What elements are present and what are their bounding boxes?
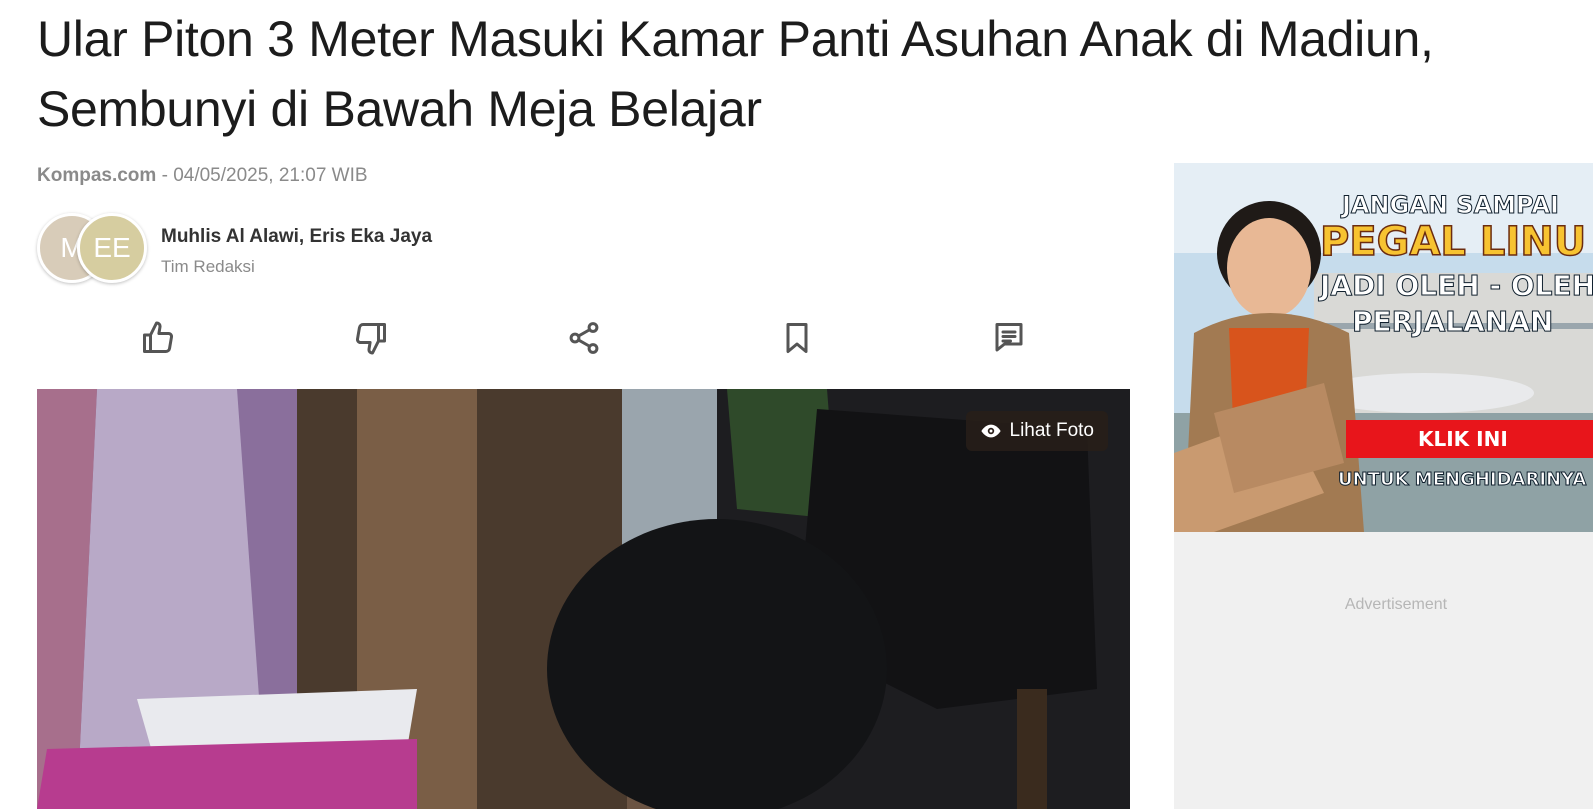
thumbs-up-icon: [143, 321, 173, 353]
author-team: Tim Redaksi: [161, 257, 255, 276]
view-photo-label: Lihat Foto: [1009, 420, 1095, 441]
like-button[interactable]: [136, 316, 180, 360]
ad-subline: UNTUK MENGHIDARINYA: [1337, 469, 1587, 491]
eye-icon: [980, 424, 1001, 438]
bookmark-button[interactable]: [775, 316, 819, 360]
ad-slot-label: Advertisement: [1344, 596, 1448, 613]
ad-headline-1: JANGAN SAMPAI: [1342, 191, 1560, 220]
article-title-line-2: Sembunyi di Bawah Meja Belajar: [37, 81, 762, 137]
ad-headline-4: PERJALANAN: [1351, 305, 1554, 339]
ad-banner[interactable]: JANGAN SAMPAI PEGAL LINU JADI OLEH - OLE…: [1174, 163, 1593, 532]
ad-headline-3: JADI OLEH - OLEH: [1319, 269, 1593, 303]
ad-slot: Advertisement: [1174, 532, 1593, 809]
publish-datetime: 04/05/2025, 21:07 WIB: [173, 165, 368, 186]
dislike-button[interactable]: [349, 316, 393, 360]
comment-icon: [995, 323, 1023, 352]
author-block: M EE Muhlis Al Alawi, Eris Eka Jaya Tim …: [37, 213, 537, 285]
bookmark-icon: [786, 323, 808, 353]
share-button[interactable]: [562, 316, 606, 360]
source-name[interactable]: Kompas.com: [37, 165, 156, 186]
article-title-line-1: Ular Piton 3 Meter Masuki Kamar Panti As…: [37, 11, 1434, 67]
thumbs-down-icon: [356, 323, 386, 355]
article-actions-bar: [37, 316, 1130, 366]
hero-photo[interactable]: Lihat Foto: [37, 389, 1130, 809]
hero-photo-image: [37, 389, 1130, 809]
ad-cta-button[interactable]: KLIK INI: [1346, 420, 1593, 458]
comment-button[interactable]: [987, 316, 1031, 360]
author-avatar-2[interactable]: EE: [77, 213, 147, 283]
meta-separator: -: [156, 165, 174, 186]
article-title: Ular Piton 3 Meter Masuki Kamar Panti As…: [37, 4, 1577, 144]
share-icon: [569, 322, 599, 354]
ad-headline-2: PEGAL LINU: [1319, 218, 1587, 266]
view-photo-button[interactable]: Lihat Foto: [965, 411, 1108, 451]
author-names[interactable]: Muhlis Al Alawi, Eris Eka Jaya: [161, 226, 432, 248]
article-meta: Kompas.com - 04/05/2025, 21:07 WIB: [37, 165, 368, 187]
